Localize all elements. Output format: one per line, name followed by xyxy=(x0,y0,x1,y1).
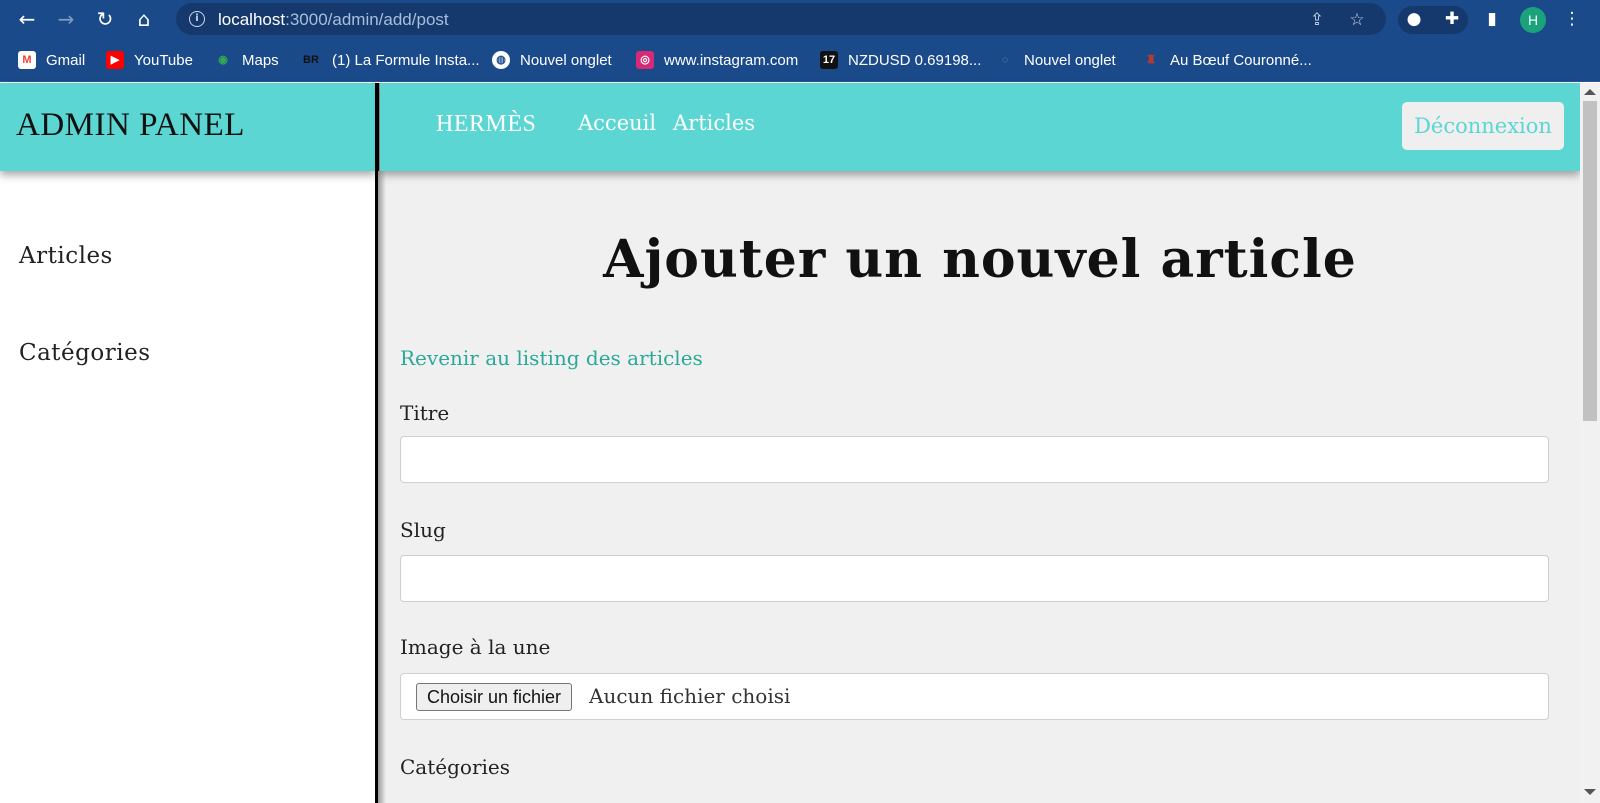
back-arrow-icon[interactable]: ← xyxy=(14,6,40,32)
main-content: Ajouter un nouvel article Revenir au lis… xyxy=(380,171,1580,803)
admin-panel-title: ADMIN PANEL xyxy=(16,107,245,143)
nav-link-articles[interactable]: Articles xyxy=(673,111,755,135)
instagram-icon: ◎ xyxy=(636,51,654,69)
file-status-text: Aucun fichier choisi xyxy=(589,684,791,708)
bookmark-nouvel-onglet[interactable]: ◍ Nouvel onglet xyxy=(492,49,612,71)
globe-icon: ◍ xyxy=(492,51,510,69)
hermes-logo[interactable]: HERMÈS xyxy=(436,111,536,138)
scroll-up-arrow-icon[interactable] xyxy=(1584,89,1596,95)
forward-arrow-icon[interactable]: → xyxy=(53,6,79,32)
site-info-icon[interactable]: i xyxy=(189,11,205,27)
home-icon[interactable]: ⌂ xyxy=(131,6,157,32)
slug-input[interactable] xyxy=(400,555,1549,602)
reload-icon[interactable]: ↻ xyxy=(92,6,118,32)
nav-link-acceuil[interactable]: Acceuil xyxy=(578,111,656,135)
bookmark-star-icon[interactable]: ☆ xyxy=(1346,9,1368,31)
page-icon: ◌ xyxy=(1001,54,1009,66)
url-text[interactable]: localhost:3000/admin/add/post xyxy=(218,10,449,30)
title-input[interactable] xyxy=(400,436,1549,483)
logout-button[interactable]: Déconnexion xyxy=(1402,102,1564,150)
bookmark-label: Gmail xyxy=(46,51,86,69)
top-navbar: HERMÈS Acceuil Articles Déconnexion xyxy=(380,83,1580,171)
sidebar: ADMIN PANEL Articles Catégories xyxy=(0,83,375,803)
puzzle-icon[interactable]: ✚ xyxy=(1440,7,1464,31)
image-file-input[interactable]: Choisir un fichier Aucun fichier choisi xyxy=(400,673,1549,720)
tradingview-icon: 17 xyxy=(820,51,838,69)
page: ADMIN PANEL Articles Catégories HERMÈS A… xyxy=(0,83,1600,803)
sidebar-item-articles[interactable]: Articles xyxy=(19,243,113,269)
bookmark-label: Maps xyxy=(242,51,279,69)
bookmark-label: Au Bœuf Couronné... xyxy=(1170,51,1312,69)
scroll-down-arrow-icon[interactable] xyxy=(1584,789,1596,795)
url-host: localhost xyxy=(218,10,286,29)
bookmark-gmail[interactable]: M Gmail xyxy=(18,49,85,71)
categories-label: Catégories xyxy=(400,755,510,779)
bookmark-label: NZDUSD 0.69198... xyxy=(848,51,982,69)
choose-file-button[interactable]: Choisir un fichier xyxy=(416,683,573,711)
maps-icon: ◉ xyxy=(218,54,228,66)
br-icon: BR xyxy=(300,51,322,69)
bookmark-label: (1) La Formule Insta... xyxy=(332,51,480,69)
youtube-icon: ▶ xyxy=(106,51,124,69)
bookmark-youtube[interactable]: ▶ YouTube xyxy=(106,49,193,71)
title-label: Titre xyxy=(400,401,450,425)
gmail-icon: M xyxy=(18,51,36,69)
bookmark-maps[interactable]: ◉ Maps xyxy=(214,49,279,71)
sidebar-item-categories[interactable]: Catégories xyxy=(19,340,151,366)
bookmark-label: Nouvel onglet xyxy=(1024,51,1116,69)
bookmark-nzdusd[interactable]: 17 NZDUSD 0.69198... xyxy=(820,49,981,71)
page-title: Ajouter un nouvel article xyxy=(603,229,1357,290)
bookmark-instagram[interactable]: ◎ www.instagram.com xyxy=(636,49,798,71)
bookmark-nouvel-onglet-2[interactable]: ◌ Nouvel onglet xyxy=(996,49,1116,71)
slug-label: Slug xyxy=(400,518,446,542)
share-icon[interactable]: ⇪ xyxy=(1306,9,1328,31)
browser-toolbar: ← → ↻ ⌂ i localhost:3000/admin/add/post … xyxy=(0,0,1600,38)
side-panel-icon[interactable]: ▮ xyxy=(1480,7,1504,31)
bookmark-la-formule[interactable]: BR (1) La Formule Insta... xyxy=(300,49,480,71)
address-bar[interactable]: i localhost:3000/admin/add/post ⇪ ☆ xyxy=(176,3,1386,35)
restaurant-icon: ♜ xyxy=(1146,54,1156,66)
scrollbar-thumb[interactable] xyxy=(1583,101,1597,421)
sidebar-brand: ADMIN PANEL xyxy=(0,83,375,171)
profile-avatar[interactable]: H xyxy=(1520,7,1546,33)
back-to-listing-link[interactable]: Revenir au listing des articles xyxy=(400,346,703,370)
bookmarks-bar: M Gmail ▶ YouTube ◉ Maps BR (1) La Formu… xyxy=(0,38,1600,82)
page-scrollbar[interactable] xyxy=(1580,83,1600,803)
image-label: Image à la une xyxy=(400,635,551,659)
extension-icon[interactable]: ● xyxy=(1402,7,1426,31)
url-path: :3000/admin/add/post xyxy=(285,10,449,29)
menu-kebab-icon[interactable]: ⋮ xyxy=(1560,7,1584,31)
bookmark-label: www.instagram.com xyxy=(664,51,799,69)
bookmark-boeuf-couronne[interactable]: ♜ Au Bœuf Couronné... xyxy=(1142,49,1312,71)
bookmark-label: Nouvel onglet xyxy=(520,51,612,69)
bookmark-label: YouTube xyxy=(134,51,193,69)
